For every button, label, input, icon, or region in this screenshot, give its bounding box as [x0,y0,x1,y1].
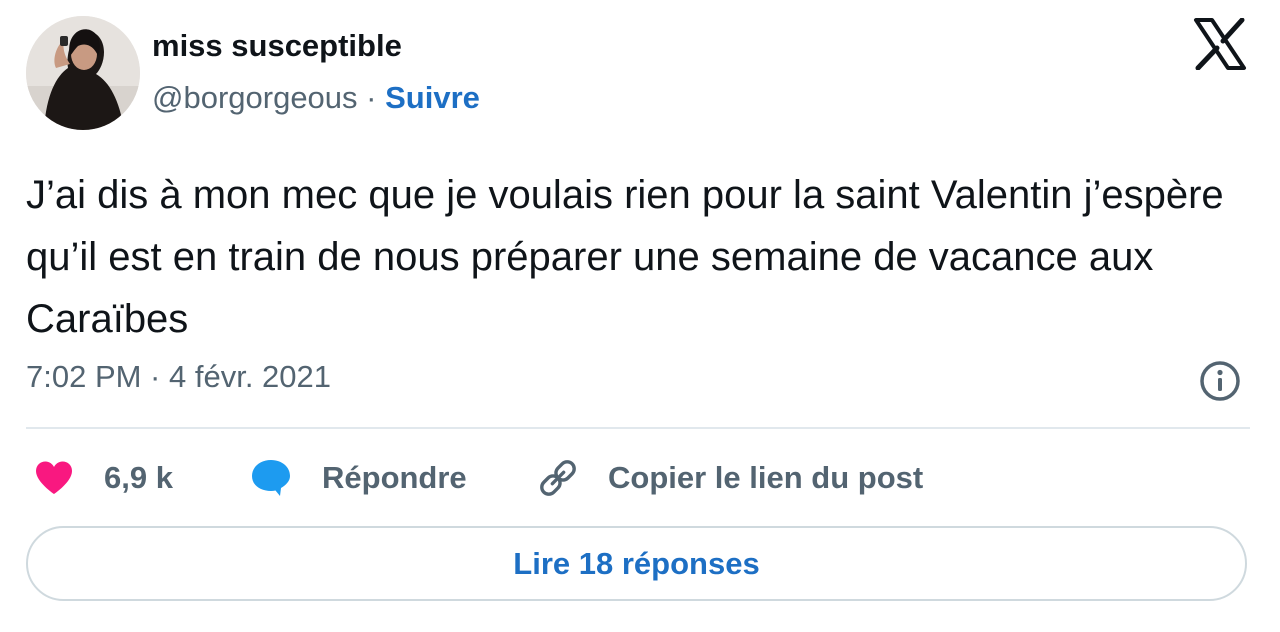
read-replies-button[interactable]: Lire 18 réponses [26,526,1247,601]
author-handle[interactable]: @borgorgeous [152,80,358,115]
info-icon[interactable] [1198,359,1242,403]
display-name[interactable]: miss susceptible [152,28,402,64]
read-replies-label: Lire 18 réponses [513,545,760,581]
reply-label: Répondre [322,460,467,495]
avatar[interactable] [26,16,140,130]
like-count: 6,9 k [104,460,173,495]
copy-link-button[interactable]: Copier le lien du post [536,456,923,500]
speech-bubble-icon [252,460,290,496]
link-icon [540,460,576,496]
handle-line: @borgorgeous · Suivre [152,80,480,116]
tweet-timestamp[interactable]: 7:02 PM · 4 févr. 2021 [26,359,331,395]
reply-button[interactable]: Répondre [250,456,467,500]
follow-button[interactable]: Suivre [385,80,480,115]
tweet-text: J’ai dis à mon mec que je voulais rien p… [26,173,1224,341]
copy-link-label: Copier le lien du post [608,460,924,495]
tweet-card: miss susceptible @borgorgeous · Suivre J… [0,0,1280,632]
x-logo-icon[interactable] [1193,17,1247,71]
like-button[interactable]: 6,9 k [34,456,173,500]
divider [26,427,1250,429]
heart-icon [36,461,72,494]
avatar-photo [26,16,140,130]
handle-separator: · [357,80,386,115]
